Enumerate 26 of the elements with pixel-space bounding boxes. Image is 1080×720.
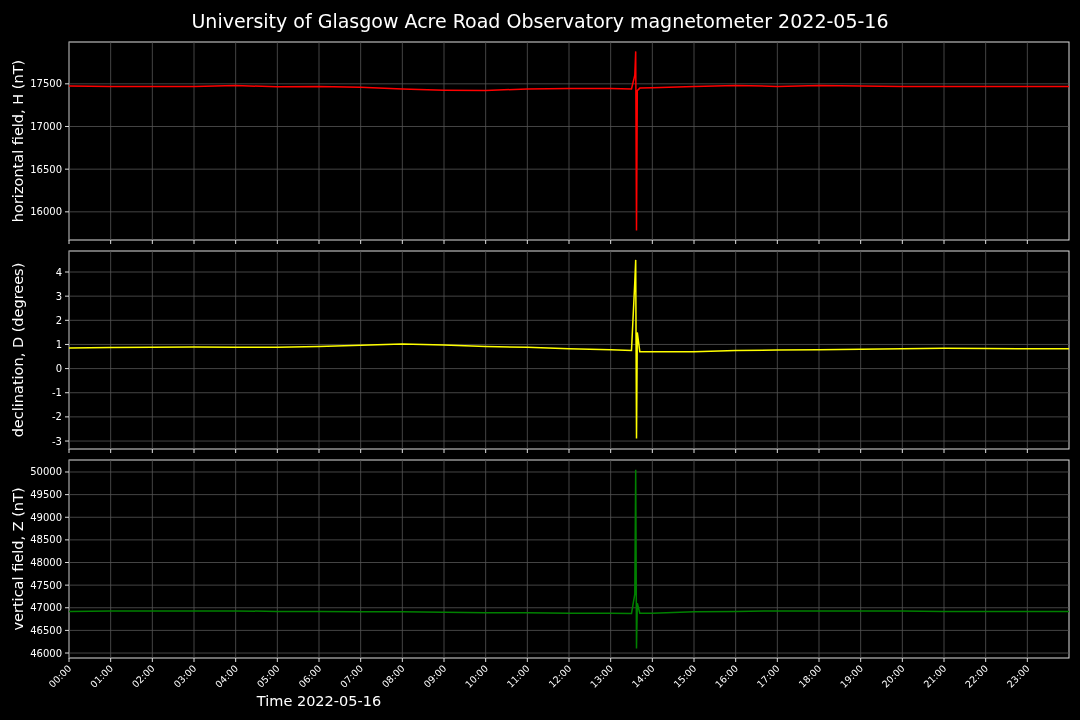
axis-tick-label: 17500 xyxy=(30,78,62,90)
chart-title: University of Glasgow Acre Road Observatory magnetometer 2022-05-16 xyxy=(191,9,889,32)
axis-tick-label: 48000 xyxy=(30,557,62,568)
axis-tick-label: 1 xyxy=(55,338,62,350)
axis-tick-label: -3 xyxy=(52,435,62,447)
axis-label: Time 2022-05-16 xyxy=(256,693,382,709)
axis-tick-label: 48500 xyxy=(30,534,62,546)
axis-tick-label: -2 xyxy=(52,411,62,423)
axis-tick-label: 49000 xyxy=(30,511,62,523)
axis-tick-label: 47000 xyxy=(30,602,62,614)
axis-tick-label: -1 xyxy=(52,387,62,399)
axis-tick-label: 2 xyxy=(55,314,62,326)
axis-tick-label: 4 xyxy=(55,266,62,278)
axis-label: horizontal field, H (nT) xyxy=(10,59,26,223)
axis-tick-label: 49500 xyxy=(30,489,62,501)
axis-tick-label: 3 xyxy=(55,290,62,302)
axis-label: vertical field, Z (nT) xyxy=(10,487,26,631)
axis-tick-label: 46500 xyxy=(30,624,62,636)
axis-tick-label: 46000 xyxy=(30,647,62,659)
axis-tick-label: 47500 xyxy=(30,579,62,591)
axis-label: declination, D (degrees) xyxy=(10,262,26,438)
axis-tick-label: 16000 xyxy=(30,206,62,218)
axis-tick-label: 17000 xyxy=(30,121,62,132)
axis-tick-label: 50000 xyxy=(30,466,62,478)
axis-tick-label: 16500 xyxy=(30,163,62,175)
axis-tick-label: 0 xyxy=(55,363,62,375)
